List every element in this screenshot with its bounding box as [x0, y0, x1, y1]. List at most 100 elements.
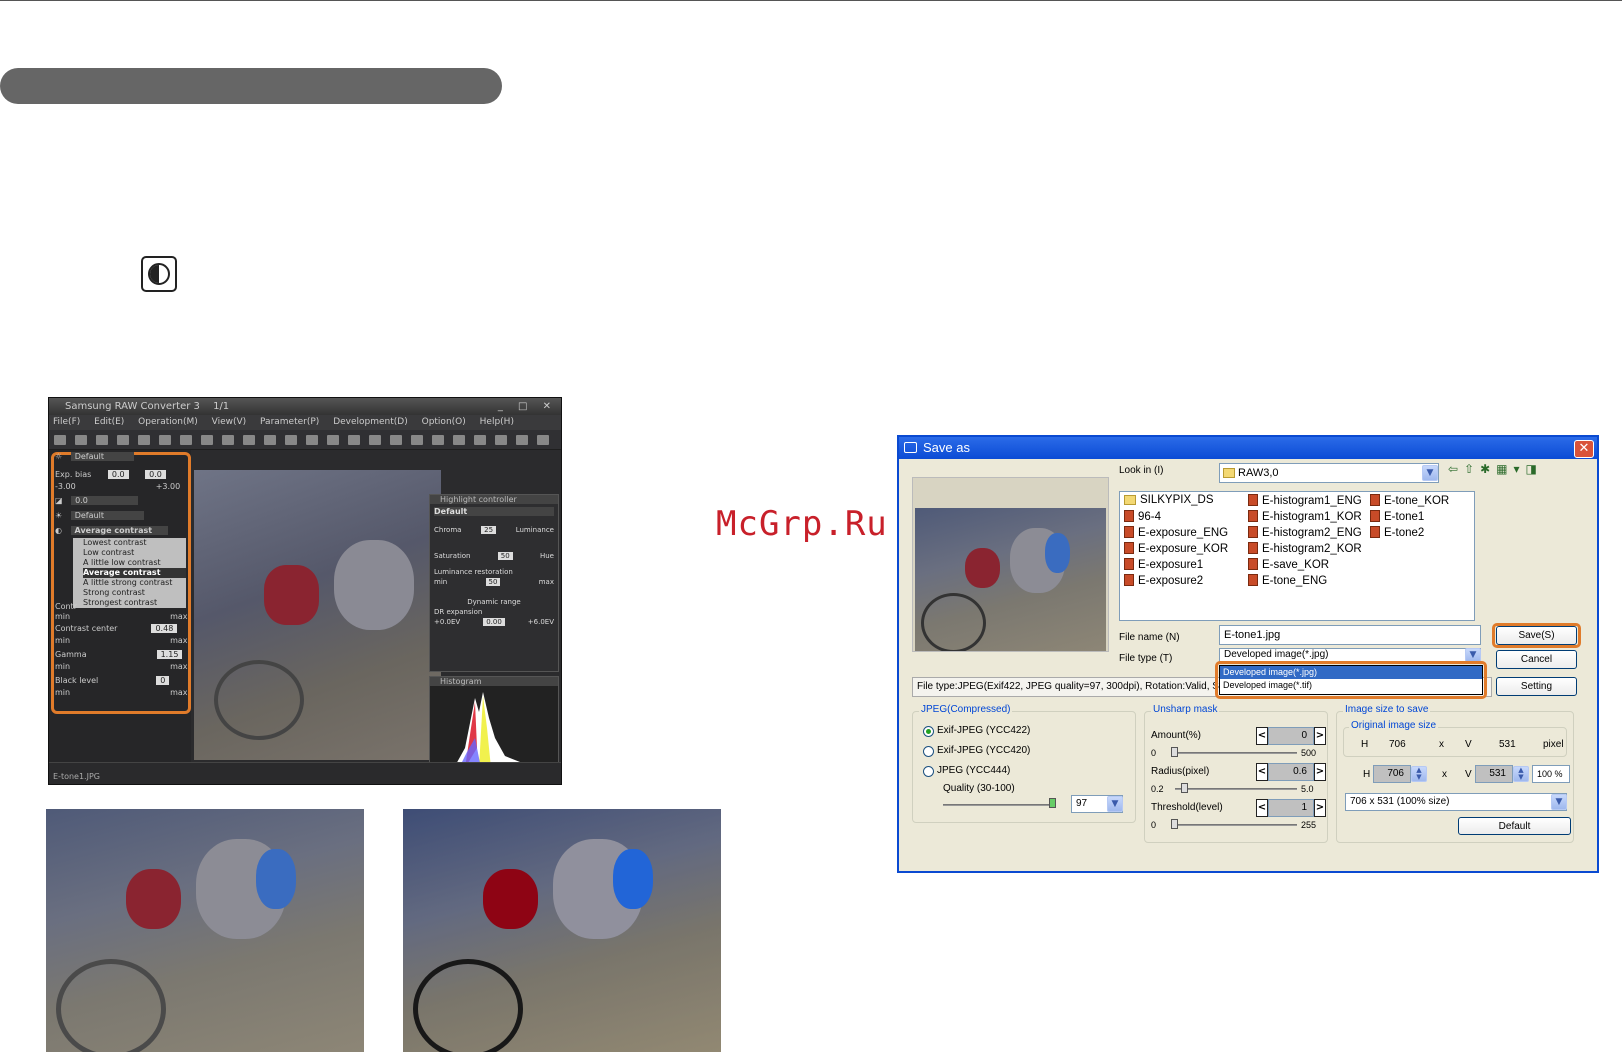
radius-decrement[interactable]: < — [1256, 763, 1268, 781]
adjust-icon[interactable] — [474, 435, 486, 445]
hc-preset-select[interactable]: Default — [434, 507, 554, 516]
threshold-input[interactable]: 1 — [1268, 799, 1314, 817]
list-item[interactable]: E-histogram2_ENG — [1248, 526, 1362, 539]
grid-icon[interactable] — [222, 435, 234, 445]
menu-development[interactable]: Development(D) — [333, 417, 408, 427]
amount-decrement[interactable]: < — [1256, 727, 1268, 745]
check-icon[interactable] — [432, 435, 444, 445]
menu-view[interactable]: View(V) — [212, 417, 247, 427]
tool-icon[interactable] — [96, 435, 108, 445]
cancel-button[interactable]: Cancel — [1496, 650, 1577, 669]
amount-slider-thumb[interactable] — [1171, 747, 1178, 757]
threshold-slider-track[interactable] — [1171, 824, 1297, 826]
tone-option-selected[interactable]: Average contrast — [83, 568, 186, 578]
list-item[interactable]: SILKYPIX_DS — [1124, 494, 1214, 506]
nav-toolbar[interactable]: ⇦⇧✱▦▾◨ — [1448, 462, 1543, 476]
tone-option[interactable]: Strong contrast — [83, 588, 186, 598]
rotate-right-icon[interactable] — [411, 435, 423, 445]
amount-increment[interactable]: > — [1314, 727, 1326, 745]
default-button[interactable]: Default — [1458, 817, 1571, 835]
radius-slider-thumb[interactable] — [1181, 783, 1188, 793]
tone-option[interactable]: Strongest contrast — [83, 598, 186, 608]
percent-field[interactable]: 100 % — [1532, 765, 1570, 783]
rotate-icon[interactable] — [285, 435, 297, 445]
threshold-increment[interactable]: > — [1314, 799, 1326, 817]
tone-option[interactable]: Lowest contrast — [83, 538, 186, 548]
quality-slider-track[interactable] — [943, 804, 1053, 806]
radio-jpeg-ycc444[interactable] — [923, 766, 934, 777]
list-item[interactable]: E-histogram2_KOR — [1248, 542, 1362, 555]
list-item[interactable]: E-tone_KOR — [1370, 494, 1449, 507]
menu-edit[interactable]: Edit(E) — [94, 417, 124, 427]
v-input[interactable]: 531 — [1475, 765, 1513, 783]
menu-operation[interactable]: Operation(M) — [138, 417, 198, 427]
list-item[interactable]: E-tone1 — [1370, 510, 1424, 523]
list-item[interactable]: E-tone_ENG — [1248, 574, 1327, 587]
radio-exif-ycc420[interactable] — [923, 746, 934, 757]
brush-icon[interactable] — [369, 435, 381, 445]
close-button[interactable]: ✕ — [1574, 440, 1594, 458]
text-icon[interactable] — [516, 435, 528, 445]
threshold-slider-thumb[interactable] — [1171, 819, 1178, 829]
menu-help[interactable]: Help(H) — [480, 417, 514, 427]
list-item[interactable]: E-exposure2 — [1124, 574, 1203, 587]
size-select[interactable]: 706 x 531 (100% size) — [1345, 793, 1567, 811]
amount-slider-track[interactable] — [1171, 752, 1297, 754]
eyedropper-icon[interactable] — [348, 435, 360, 445]
gamma-input[interactable]: 1.15 — [156, 650, 183, 659]
chevron-down-icon[interactable]: ▼ — [1422, 465, 1438, 481]
list-item[interactable]: E-save_KOR — [1248, 558, 1329, 571]
lum-restoration-input[interactable]: 50 — [485, 578, 501, 586]
dr-input[interactable]: 0.00 — [483, 618, 505, 626]
chroma-input[interactable]: 25 — [481, 526, 497, 534]
adjust-icon[interactable] — [495, 435, 507, 445]
tone-option[interactable]: Low contrast — [83, 548, 186, 558]
undo-icon[interactable] — [117, 435, 129, 445]
radio-exif-ycc422[interactable] — [923, 726, 934, 737]
setting-button[interactable]: Setting — [1496, 677, 1577, 696]
tone-option[interactable]: A little low contrast — [83, 558, 186, 568]
file-type-option-selected[interactable]: Developed image(*.jpg) — [1220, 666, 1482, 679]
threshold-decrement[interactable]: < — [1256, 799, 1268, 817]
look-in-select[interactable]: RAW3,0 — [1219, 463, 1439, 483]
grid-icon[interactable] — [306, 435, 318, 445]
view-icon[interactable] — [180, 435, 192, 445]
list-item[interactable]: E-exposure1 — [1124, 558, 1203, 571]
exp-bias-input-2[interactable]: 0.0 — [145, 470, 166, 479]
menu-parameter[interactable]: Parameter(P) — [260, 417, 319, 427]
list-item[interactable]: E-tone2 — [1370, 526, 1424, 539]
list-item[interactable]: E-exposure_ENG — [1124, 526, 1228, 539]
list-item[interactable]: E-histogram1_KOR — [1248, 510, 1362, 523]
v-spinner[interactable]: ▲ ▼ — [1513, 766, 1529, 782]
quality-slider-thumb[interactable] — [1049, 798, 1056, 808]
saturation-input[interactable]: 50 — [497, 552, 513, 560]
rotate-left-icon[interactable] — [390, 435, 402, 445]
amount-input[interactable]: 0 — [1268, 727, 1314, 745]
open-icon[interactable] — [54, 435, 66, 445]
save-icon[interactable] — [75, 435, 87, 445]
h-spinner[interactable]: ▲ ▼ — [1411, 766, 1427, 782]
h-input[interactable]: 706 — [1373, 765, 1411, 783]
wb-select[interactable]: 0.0 — [71, 496, 138, 505]
view-icon[interactable] — [159, 435, 171, 445]
view-icon[interactable] — [201, 435, 213, 445]
chevron-down-icon[interactable]: ▼ — [1465, 648, 1481, 662]
black-level-input[interactable]: 0 — [156, 676, 170, 685]
window-controls[interactable]: _ □ ✕ — [498, 398, 557, 415]
file-type-option[interactable]: Developed image(*.tif) — [1220, 679, 1482, 692]
exp-bias-input[interactable]: 0.0 — [107, 470, 129, 479]
file-name-input[interactable]: E-tone1.jpg — [1219, 625, 1481, 645]
warning-icon[interactable] — [243, 435, 255, 445]
chevron-down-icon[interactable]: ▼ — [1107, 796, 1123, 812]
menu-file[interactable]: File(F) — [53, 417, 80, 427]
preset-select[interactable]: Default — [70, 452, 134, 461]
list-item[interactable]: E-histogram1_ENG — [1248, 494, 1362, 507]
chevron-down-icon[interactable]: ▼ — [1551, 794, 1567, 810]
redo-icon[interactable] — [138, 435, 150, 445]
tone-option[interactable]: A little strong contrast — [83, 578, 186, 588]
list-item[interactable]: 96-4 — [1124, 510, 1161, 523]
save-button[interactable]: Save(S) — [1496, 626, 1577, 645]
export-icon[interactable] — [537, 435, 549, 445]
menu-option[interactable]: Option(O) — [422, 417, 466, 427]
radius-increment[interactable]: > — [1314, 763, 1326, 781]
